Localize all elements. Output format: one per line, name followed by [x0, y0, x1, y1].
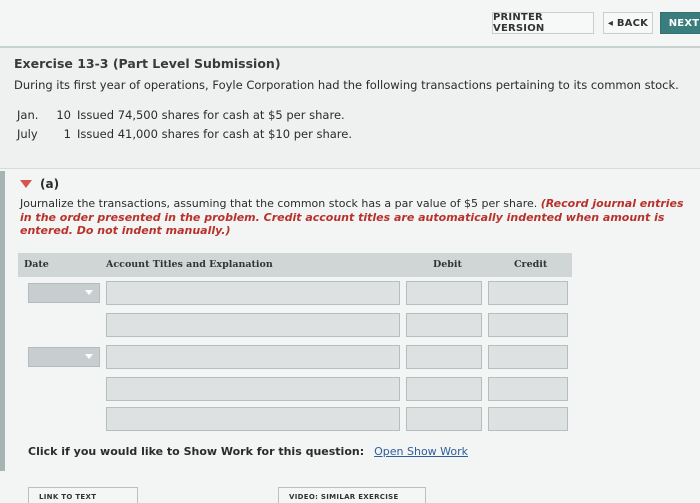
chevron-down-icon	[85, 290, 93, 295]
credit-input[interactable]	[488, 281, 568, 305]
link-to-text-button[interactable]: LINK TO TEXT	[28, 487, 138, 503]
part-a-section: (a) Journalize the transactions, assumin…	[0, 168, 700, 503]
account-header: Account Titles and Explanation	[106, 259, 273, 270]
date-header: Date	[24, 259, 49, 270]
back-button[interactable]: ◂ BACK	[603, 12, 653, 34]
date-select[interactable]	[28, 283, 100, 303]
debit-input[interactable]	[406, 407, 482, 431]
transaction-row: July 1 Issued 41,000 shares for cash at $1…	[17, 127, 352, 141]
show-work-text: Click if you would like to Show Work for…	[28, 445, 365, 458]
exercise-intro: During its first year of operations, Foy…	[14, 78, 679, 92]
transaction-month: Jan.	[17, 108, 39, 122]
top-toolbar: PRINTER VERSION ◂ BACK NEXT	[0, 0, 700, 46]
debit-input[interactable]	[406, 313, 482, 337]
account-title-input[interactable]	[106, 313, 400, 337]
instruction-text: Journalize the transactions, assuming th…	[20, 197, 541, 210]
account-title-input[interactable]	[106, 377, 400, 401]
journal-row	[0, 281, 700, 307]
collapse-triangle-icon	[20, 180, 32, 188]
part-a-label: (a)	[40, 177, 60, 191]
account-title-input[interactable]	[106, 281, 400, 305]
header-divider	[0, 46, 700, 48]
journal-row	[0, 407, 700, 433]
journal-table-header: Date Account Titles and Explanation Debi…	[18, 253, 572, 277]
open-show-work-link[interactable]: Open Show Work	[374, 445, 468, 458]
account-title-input[interactable]	[106, 407, 400, 431]
transaction-text: Issued 41,000 shares for cash at $10 per…	[77, 127, 352, 141]
transaction-day: 1	[63, 127, 71, 141]
debit-input[interactable]	[406, 377, 482, 401]
credit-input[interactable]	[488, 313, 568, 337]
journal-row	[0, 313, 700, 339]
printer-version-button[interactable]: PRINTER VERSION	[492, 12, 594, 34]
credit-header: Credit	[514, 259, 548, 270]
debit-input[interactable]	[406, 345, 482, 369]
debit-input[interactable]	[406, 281, 482, 305]
transaction-text: Issued 74,500 shares for cash at $5 per …	[77, 108, 345, 122]
part-a-instructions: Journalize the transactions, assuming th…	[20, 197, 692, 238]
account-title-input[interactable]	[106, 345, 400, 369]
date-select[interactable]	[28, 347, 100, 367]
transaction-row: Jan. 10 Issued 74,500 shares for cash at $…	[17, 108, 345, 122]
show-work-prompt: Click if you would like to Show Work for…	[28, 445, 468, 458]
transaction-month: July	[17, 127, 38, 141]
debit-header: Debit	[433, 259, 462, 270]
journal-row	[0, 345, 700, 371]
credit-input[interactable]	[488, 377, 568, 401]
video-similar-exercise-button[interactable]: VIDEO: SIMILAR EXERCISE	[278, 487, 426, 503]
journal-row	[0, 377, 700, 403]
credit-input[interactable]	[488, 345, 568, 369]
next-button[interactable]: NEXT	[660, 12, 700, 34]
transaction-day: 10	[56, 108, 71, 122]
part-a-toggle[interactable]: (a)	[20, 177, 59, 191]
exercise-title: Exercise 13-3 (Part Level Submission)	[14, 56, 281, 71]
credit-input[interactable]	[488, 407, 568, 431]
chevron-down-icon	[85, 354, 93, 359]
